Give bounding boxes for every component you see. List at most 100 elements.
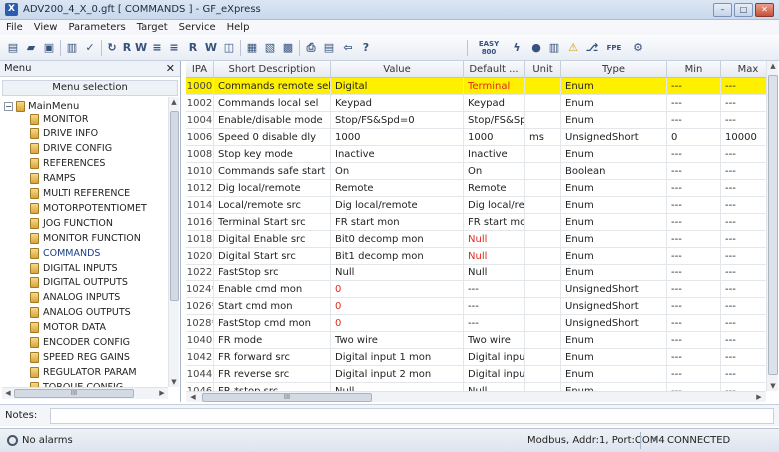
column-header[interactable]: Type [561, 61, 667, 78]
cell-value[interactable]: Digital input 1 mon [331, 349, 464, 367]
column-header[interactable]: IPA [186, 61, 214, 78]
close-pane-icon[interactable]: ✕ [166, 61, 175, 77]
scroll-thumb[interactable] [170, 111, 179, 301]
print-icon[interactable]: ▥ [65, 40, 79, 56]
column-header[interactable]: Default ... [464, 61, 525, 78]
cell-value[interactable]: Dig local/remote [331, 196, 464, 214]
tree-item[interactable]: SPEED REG GAINS [30, 351, 130, 363]
menu-selection-button[interactable]: Menu selection [2, 80, 178, 96]
grid-vertical-scrollbar[interactable]: ▲ ▼ [766, 61, 778, 391]
menu-view[interactable]: View [34, 20, 58, 35]
cell-value[interactable]: Digital input 2 mon [331, 366, 464, 384]
notes-field[interactable] [50, 408, 774, 424]
tree-item[interactable]: JOG FUNCTION [30, 217, 113, 229]
tree-item[interactable]: MONITOR [30, 113, 88, 125]
table-row[interactable]: 1018 Digital Enable src Bit0 decomp mon Nul… [186, 230, 766, 248]
tree-item[interactable]: REGULATOR PARAM [30, 366, 137, 378]
scroll-right-icon[interactable]: ▶ [157, 389, 167, 397]
cell-value[interactable]: Keypad [331, 94, 464, 112]
tree-item[interactable]: ANALOG INPUTS [30, 292, 120, 304]
collapse-icon[interactable]: − [4, 101, 13, 111]
check-icon[interactable]: ✓ [83, 40, 97, 56]
back-icon[interactable]: ⇦ [341, 40, 355, 56]
grid-horizontal-scrollbar[interactable]: ◀ III ▶ [186, 391, 766, 402]
tree-item[interactable]: MOTORPOTENTIOMET [30, 202, 147, 214]
menu-target[interactable]: Target [137, 20, 168, 35]
scroll-left-icon[interactable]: ◀ [3, 389, 13, 397]
write-all-icon[interactable]: W [204, 40, 218, 56]
tree-item[interactable]: DRIVE CONFIG [30, 143, 112, 155]
tree-item[interactable]: COMMANDS [30, 247, 100, 259]
warning-icon[interactable]: ⚠ [566, 40, 580, 56]
tree-item[interactable]: MULTI REFERENCE [30, 188, 130, 200]
refresh-icon[interactable]: ↻ [105, 40, 119, 56]
table-row[interactable]: 1026* Start cmd mon 0 --- UnsignedShort --- --… [186, 298, 766, 316]
tree-root[interactable]: − MainMenu [4, 100, 79, 112]
tree-item[interactable]: MOTOR DATA [30, 322, 106, 334]
table-row[interactable]: 1044 FR reverse src Digital input 2 mon Dig… [186, 366, 766, 384]
cell-value[interactable]: Two wire [331, 332, 464, 350]
menu-service[interactable]: Service [179, 20, 216, 35]
column-header[interactable]: Value [331, 61, 464, 78]
write-button[interactable]: W [135, 40, 147, 56]
table-row[interactable]: 1014 Local/remote src Dig local/remote Dig … [186, 196, 766, 214]
tree-item[interactable]: DRIVE INFO [30, 128, 98, 140]
table-row[interactable]: 1006 Speed 0 disable dly 1000 1000 ms Unsigne… [186, 128, 766, 146]
tree-item[interactable]: RAMPS [30, 173, 76, 185]
monitor-icon[interactable]: ▩ [281, 40, 295, 56]
upload-icon[interactable]: ≡ [150, 40, 164, 56]
scroll-left-icon[interactable]: ◀ [188, 393, 198, 401]
menu-horizontal-scrollbar[interactable]: ◀ III ▶ [2, 387, 168, 399]
scroll-down-icon[interactable]: ▼ [768, 382, 778, 390]
menu-file[interactable]: File [6, 20, 23, 35]
column-header[interactable]: Min [667, 61, 721, 78]
table-row[interactable]: 1004 Enable/disable mode Stop/FS&Spd=0 Stop… [186, 111, 766, 129]
table-row[interactable]: 1046FR *stop srcNullNullEnum------ [186, 383, 766, 391]
column-header[interactable]: Unit [525, 61, 561, 78]
cell-value[interactable]: 0 [331, 298, 464, 316]
flash-icon[interactable]: ϟ [510, 40, 524, 56]
table-row[interactable]: 1024* Enable cmd mon 0 --- UnsignedShort --- -… [186, 281, 766, 299]
scroll-thumb[interactable]: III [202, 393, 372, 402]
minimize-icon[interactable]: – [713, 3, 732, 17]
read-button[interactable]: R [121, 40, 133, 56]
menu-parameters[interactable]: Parameters [68, 20, 125, 35]
open-icon[interactable]: ▰ [24, 40, 38, 56]
save-icon[interactable]: ▣ [42, 40, 56, 56]
table-row[interactable]: 1010 Commands safe start On On Boolean --- --- [186, 162, 766, 180]
table-row[interactable]: 1012 Dig local/remote Remote Remote Enum --- -… [186, 179, 766, 197]
cell-value[interactable]: 0 [331, 281, 464, 299]
connect-icon[interactable]: ⎇ [585, 40, 599, 56]
tree-item[interactable]: DIGITAL OUTPUTS [30, 277, 128, 289]
table-row[interactable]: 1022 FastStop src Null Null Enum --- --- [186, 264, 766, 282]
cell-value[interactable]: 0 [331, 315, 464, 333]
table-row[interactable]: 1000 Commands remote sel Digital Terminal En… [186, 78, 766, 95]
easy-800-button[interactable]: EASY 800 [472, 40, 506, 56]
download-icon[interactable]: ≡ [167, 40, 181, 56]
scroll-thumb[interactable] [768, 75, 778, 375]
tree-item[interactable]: REFERENCES [30, 158, 105, 170]
new-icon[interactable]: ▤ [6, 40, 20, 56]
table-row[interactable]: 1002 Commands local sel Keypad Keypad Enum --… [186, 94, 766, 112]
tree-item[interactable]: MONITOR FUNCTION [30, 232, 141, 244]
help-icon[interactable]: ? [359, 40, 373, 56]
cell-value[interactable]: Null [331, 383, 464, 391]
cell-value[interactable]: Bit1 decomp mon [331, 247, 464, 265]
print-preview-icon[interactable]: ⎙ [304, 40, 318, 56]
tree-item[interactable]: ENCODER CONFIG [30, 337, 130, 349]
scroll-right-icon[interactable]: ▶ [754, 393, 764, 401]
menu-help[interactable]: Help [227, 20, 250, 35]
read-all-icon[interactable]: R [186, 40, 200, 56]
close-icon[interactable]: ✕ [755, 3, 774, 17]
fpe-button[interactable]: FPE [603, 40, 625, 56]
grid-view-icon[interactable]: ▦ [245, 40, 259, 56]
menu-vertical-scrollbar[interactable]: ▲ ▼ [168, 97, 179, 387]
drive-icon[interactable]: ▥ [547, 40, 561, 56]
cell-value[interactable]: On [331, 162, 464, 180]
cell-value[interactable]: Digital [331, 78, 464, 95]
cell-value[interactable]: Null [331, 264, 464, 282]
table-row[interactable]: 1042 FR forward src Digital input 1 mon Dig… [186, 349, 766, 367]
table-row[interactable]: 1040 FR mode Two wire Two wire Enum --- --- [186, 332, 766, 350]
scroll-thumb[interactable]: III [14, 389, 134, 398]
cell-value[interactable]: Inactive [331, 145, 464, 163]
